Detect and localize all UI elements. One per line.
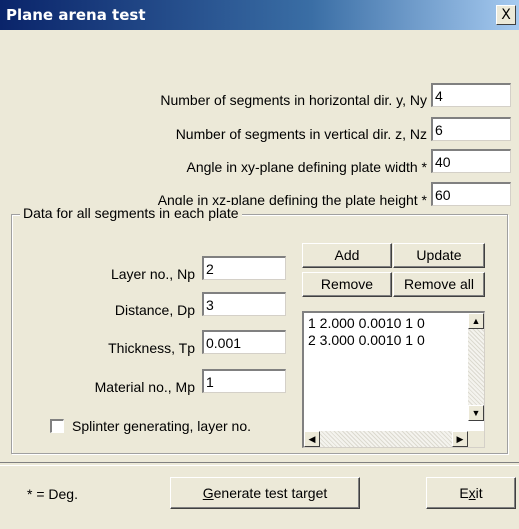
distance-input[interactable] xyxy=(202,292,286,316)
generate-label-rest: enerate test target xyxy=(213,485,328,501)
close-button[interactable]: X xyxy=(496,5,516,25)
scroll-up-icon[interactable]: ▲ xyxy=(468,313,484,329)
generate-test-target-button[interactable]: Generate test target xyxy=(170,477,360,509)
title-bar: Plane arena test X xyxy=(0,0,519,30)
splinter-checkbox[interactable] xyxy=(50,419,64,433)
layer-label: Layer no., Np xyxy=(110,266,195,282)
splinter-label: Splinter generating, layer no. xyxy=(72,418,251,434)
separator xyxy=(0,462,519,466)
material-input[interactable] xyxy=(202,369,286,393)
height-angle-input[interactable] xyxy=(431,182,511,206)
scroll-corner xyxy=(468,431,484,447)
width-angle-input[interactable] xyxy=(431,149,511,173)
vertical-scrollbar[interactable]: ▲ ▼ xyxy=(468,313,484,421)
group-title: Data for all segments in each plate xyxy=(20,205,242,221)
update-button[interactable]: Update xyxy=(393,243,485,268)
scroll-down-icon[interactable]: ▼ xyxy=(468,405,484,421)
scroll-left-icon[interactable]: ◀ xyxy=(304,431,320,447)
material-label: Material no., Mp xyxy=(94,379,195,395)
ny-label: Number of segments in horizontal dir. y,… xyxy=(160,92,427,108)
add-button[interactable]: Add xyxy=(302,243,392,268)
remove-all-button[interactable]: Remove all xyxy=(393,272,485,297)
window-title: Plane arena test xyxy=(6,6,146,24)
list-item[interactable]: 2 3.000 0.0010 1 0 xyxy=(308,332,425,349)
thickness-input[interactable] xyxy=(202,330,286,354)
width-angle-label: Angle in xy-plane defining plate width * xyxy=(186,159,428,175)
exit-label-pre: E xyxy=(459,485,469,501)
exit-button[interactable]: Exit xyxy=(426,477,516,509)
horizontal-scrollbar[interactable]: ◀ ▶ xyxy=(304,431,468,447)
scroll-right-icon[interactable]: ▶ xyxy=(452,431,468,447)
distance-label: Distance, Dp xyxy=(114,302,195,318)
exit-mnemonic: x xyxy=(468,485,476,501)
generate-mnemonic: G xyxy=(202,485,214,501)
thickness-label: Thickness, Tp xyxy=(108,340,195,356)
exit-label-post: it xyxy=(475,485,483,501)
segment-list[interactable]: 1 2.000 0.0010 1 0 2 3.000 0.0010 1 0 ▲ … xyxy=(302,311,485,448)
nz-label: Number of segments in vertical dir. z, N… xyxy=(175,126,427,142)
remove-button[interactable]: Remove xyxy=(302,272,392,297)
list-item[interactable]: 1 2.000 0.0010 1 0 xyxy=(308,315,425,332)
ny-input[interactable] xyxy=(431,83,511,107)
layer-input[interactable] xyxy=(202,256,286,280)
degree-note: * = Deg. xyxy=(27,486,78,502)
nz-input[interactable] xyxy=(431,117,511,141)
